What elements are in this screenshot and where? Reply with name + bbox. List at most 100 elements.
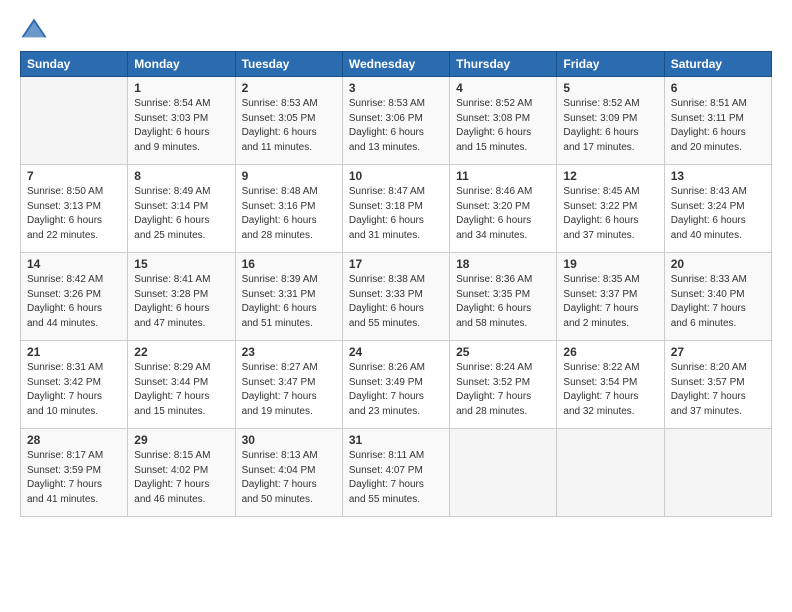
day-number: 1: [134, 81, 228, 95]
calendar-cell: 1 Sunrise: 8:54 AM Sunset: 3:03 PM Daylig…: [128, 77, 235, 165]
calendar-week-row: 21 Sunrise: 8:31 AM Sunset: 3:42 PM Dayli…: [21, 341, 772, 429]
day-info: Sunrise: 8:52 AM Sunset: 3:09 PM Dayligh…: [563, 97, 657, 155]
calendar-cell: 27 Sunrise: 8:20 AM Sunset: 3:57 PM Dayli…: [664, 341, 771, 429]
day-number: 14: [27, 257, 121, 271]
day-number: 31: [349, 433, 443, 447]
calendar-cell: 20 Sunrise: 8:33 AM Sunset: 3:40 PM Dayli…: [664, 253, 771, 341]
calendar-cell: 11 Sunrise: 8:46 AM Sunset: 3:20 PM Dayli…: [450, 165, 557, 253]
calendar-cell: 14 Sunrise: 8:42 AM Sunset: 3:26 PM Dayli…: [21, 253, 128, 341]
calendar-week-row: 14 Sunrise: 8:42 AM Sunset: 3:26 PM Dayli…: [21, 253, 772, 341]
day-info: Sunrise: 8:38 AM Sunset: 3:33 PM Dayligh…: [349, 273, 443, 331]
day-info: Sunrise: 8:51 AM Sunset: 3:11 PM Dayligh…: [671, 97, 765, 155]
calendar-cell: 31 Sunrise: 8:11 AM Sunset: 4:07 PM Dayli…: [342, 429, 449, 517]
day-info: Sunrise: 8:22 AM Sunset: 3:54 PM Dayligh…: [563, 361, 657, 419]
day-info: Sunrise: 8:31 AM Sunset: 3:42 PM Dayligh…: [27, 361, 121, 419]
calendar-cell: 22 Sunrise: 8:29 AM Sunset: 3:44 PM Dayli…: [128, 341, 235, 429]
logo: [20, 15, 52, 43]
calendar-cell: 25 Sunrise: 8:24 AM Sunset: 3:52 PM Dayli…: [450, 341, 557, 429]
calendar-cell: 12Sunrise: 8:45 AM Sunset: 3:22 PM Dayli…: [557, 165, 664, 253]
day-info: Sunrise: 8:54 AM Sunset: 3:03 PM Dayligh…: [134, 97, 228, 155]
day-number: 13: [671, 169, 765, 183]
day-number: 21: [27, 345, 121, 359]
calendar-cell: 30 Sunrise: 8:13 AM Sunset: 4:04 PM Dayli…: [235, 429, 342, 517]
day-info: Sunrise: 8:52 AM Sunset: 3:08 PM Dayligh…: [456, 97, 550, 155]
day-info: Sunrise: 8:15 AM Sunset: 4:02 PM Dayligh…: [134, 449, 228, 507]
page: SundayMondayTuesdayWednesdayThursdayFrid…: [0, 0, 792, 612]
day-number: 22: [134, 345, 228, 359]
day-info: Sunrise: 8:35 AM Sunset: 3:37 PM Dayligh…: [563, 273, 657, 331]
logo-icon: [20, 15, 48, 43]
day-info: Sunrise: 8:49 AM Sunset: 3:14 PM Dayligh…: [134, 185, 228, 243]
calendar-cell: 21 Sunrise: 8:31 AM Sunset: 3:42 PM Dayli…: [21, 341, 128, 429]
day-of-week-header: Monday: [128, 52, 235, 77]
day-number: 25: [456, 345, 550, 359]
day-number: 7: [27, 169, 121, 183]
day-info: Sunrise: 8:26 AM Sunset: 3:49 PM Dayligh…: [349, 361, 443, 419]
day-number: 10: [349, 169, 443, 183]
calendar-cell: [450, 429, 557, 517]
calendar-header-row: SundayMondayTuesdayWednesdayThursdayFrid…: [21, 52, 772, 77]
calendar-cell: 13Sunrise: 8:43 AM Sunset: 3:24 PM Dayli…: [664, 165, 771, 253]
calendar-cell: 23Sunrise: 8:27 AM Sunset: 3:47 PM Dayli…: [235, 341, 342, 429]
calendar-cell: 26 Sunrise: 8:22 AM Sunset: 3:54 PM Dayli…: [557, 341, 664, 429]
calendar-table: SundayMondayTuesdayWednesdayThursdayFrid…: [20, 51, 772, 517]
day-of-week-header: Sunday: [21, 52, 128, 77]
day-info: Sunrise: 8:33 AM Sunset: 3:40 PM Dayligh…: [671, 273, 765, 331]
calendar-cell: 2Sunrise: 8:53 AM Sunset: 3:05 PM Daylig…: [235, 77, 342, 165]
day-info: Sunrise: 8:13 AM Sunset: 4:04 PM Dayligh…: [242, 449, 336, 507]
day-of-week-header: Saturday: [664, 52, 771, 77]
calendar-cell: 5 Sunrise: 8:52 AM Sunset: 3:09 PM Daylig…: [557, 77, 664, 165]
day-number: 6: [671, 81, 765, 95]
calendar-week-row: 28 Sunrise: 8:17 AM Sunset: 3:59 PM Dayli…: [21, 429, 772, 517]
day-number: 19: [563, 257, 657, 271]
day-number: 29: [134, 433, 228, 447]
calendar-cell: 24 Sunrise: 8:26 AM Sunset: 3:49 PM Dayli…: [342, 341, 449, 429]
day-number: 18: [456, 257, 550, 271]
calendar-cell: 15Sunrise: 8:41 AM Sunset: 3:28 PM Dayli…: [128, 253, 235, 341]
day-info: Sunrise: 8:17 AM Sunset: 3:59 PM Dayligh…: [27, 449, 121, 507]
day-number: 4: [456, 81, 550, 95]
day-of-week-header: Tuesday: [235, 52, 342, 77]
calendar-cell: [557, 429, 664, 517]
day-info: Sunrise: 8:39 AM Sunset: 3:31 PM Dayligh…: [242, 273, 336, 331]
day-info: Sunrise: 8:53 AM Sunset: 3:06 PM Dayligh…: [349, 97, 443, 155]
day-info: Sunrise: 8:46 AM Sunset: 3:20 PM Dayligh…: [456, 185, 550, 243]
day-info: Sunrise: 8:36 AM Sunset: 3:35 PM Dayligh…: [456, 273, 550, 331]
calendar-cell: 3 Sunrise: 8:53 AM Sunset: 3:06 PM Daylig…: [342, 77, 449, 165]
day-number: 16: [242, 257, 336, 271]
day-info: Sunrise: 8:11 AM Sunset: 4:07 PM Dayligh…: [349, 449, 443, 507]
day-info: Sunrise: 8:50 AM Sunset: 3:13 PM Dayligh…: [27, 185, 121, 243]
day-number: 11: [456, 169, 550, 183]
day-info: Sunrise: 8:47 AM Sunset: 3:18 PM Dayligh…: [349, 185, 443, 243]
day-info: Sunrise: 8:45 AM Sunset: 3:22 PM Dayligh…: [563, 185, 657, 243]
day-number: 17: [349, 257, 443, 271]
day-number: 9: [242, 169, 336, 183]
calendar-cell: 4 Sunrise: 8:52 AM Sunset: 3:08 PM Daylig…: [450, 77, 557, 165]
day-number: 20: [671, 257, 765, 271]
day-info: Sunrise: 8:42 AM Sunset: 3:26 PM Dayligh…: [27, 273, 121, 331]
day-info: Sunrise: 8:20 AM Sunset: 3:57 PM Dayligh…: [671, 361, 765, 419]
day-info: Sunrise: 8:24 AM Sunset: 3:52 PM Dayligh…: [456, 361, 550, 419]
header: [20, 15, 772, 43]
calendar-cell: 16 Sunrise: 8:39 AM Sunset: 3:31 PM Dayli…: [235, 253, 342, 341]
day-number: 26: [563, 345, 657, 359]
day-info: Sunrise: 8:29 AM Sunset: 3:44 PM Dayligh…: [134, 361, 228, 419]
calendar-week-row: 7 Sunrise: 8:50 AM Sunset: 3:13 PM Daylig…: [21, 165, 772, 253]
day-of-week-header: Wednesday: [342, 52, 449, 77]
day-number: 27: [671, 345, 765, 359]
day-number: 28: [27, 433, 121, 447]
calendar-cell: 19 Sunrise: 8:35 AM Sunset: 3:37 PM Dayli…: [557, 253, 664, 341]
calendar-cell: 6 Sunrise: 8:51 AM Sunset: 3:11 PM Daylig…: [664, 77, 771, 165]
day-number: 5: [563, 81, 657, 95]
calendar-cell: 29 Sunrise: 8:15 AM Sunset: 4:02 PM Dayli…: [128, 429, 235, 517]
day-number: 3: [349, 81, 443, 95]
day-number: 30: [242, 433, 336, 447]
day-of-week-header: Friday: [557, 52, 664, 77]
calendar-cell: 17 Sunrise: 8:38 AM Sunset: 3:33 PM Dayli…: [342, 253, 449, 341]
calendar-cell: [21, 77, 128, 165]
calendar-week-row: 1 Sunrise: 8:54 AM Sunset: 3:03 PM Daylig…: [21, 77, 772, 165]
day-number: 24: [349, 345, 443, 359]
day-number: 23: [242, 345, 336, 359]
calendar-cell: 18 Sunrise: 8:36 AM Sunset: 3:35 PM Dayli…: [450, 253, 557, 341]
calendar-cell: 7 Sunrise: 8:50 AM Sunset: 3:13 PM Daylig…: [21, 165, 128, 253]
